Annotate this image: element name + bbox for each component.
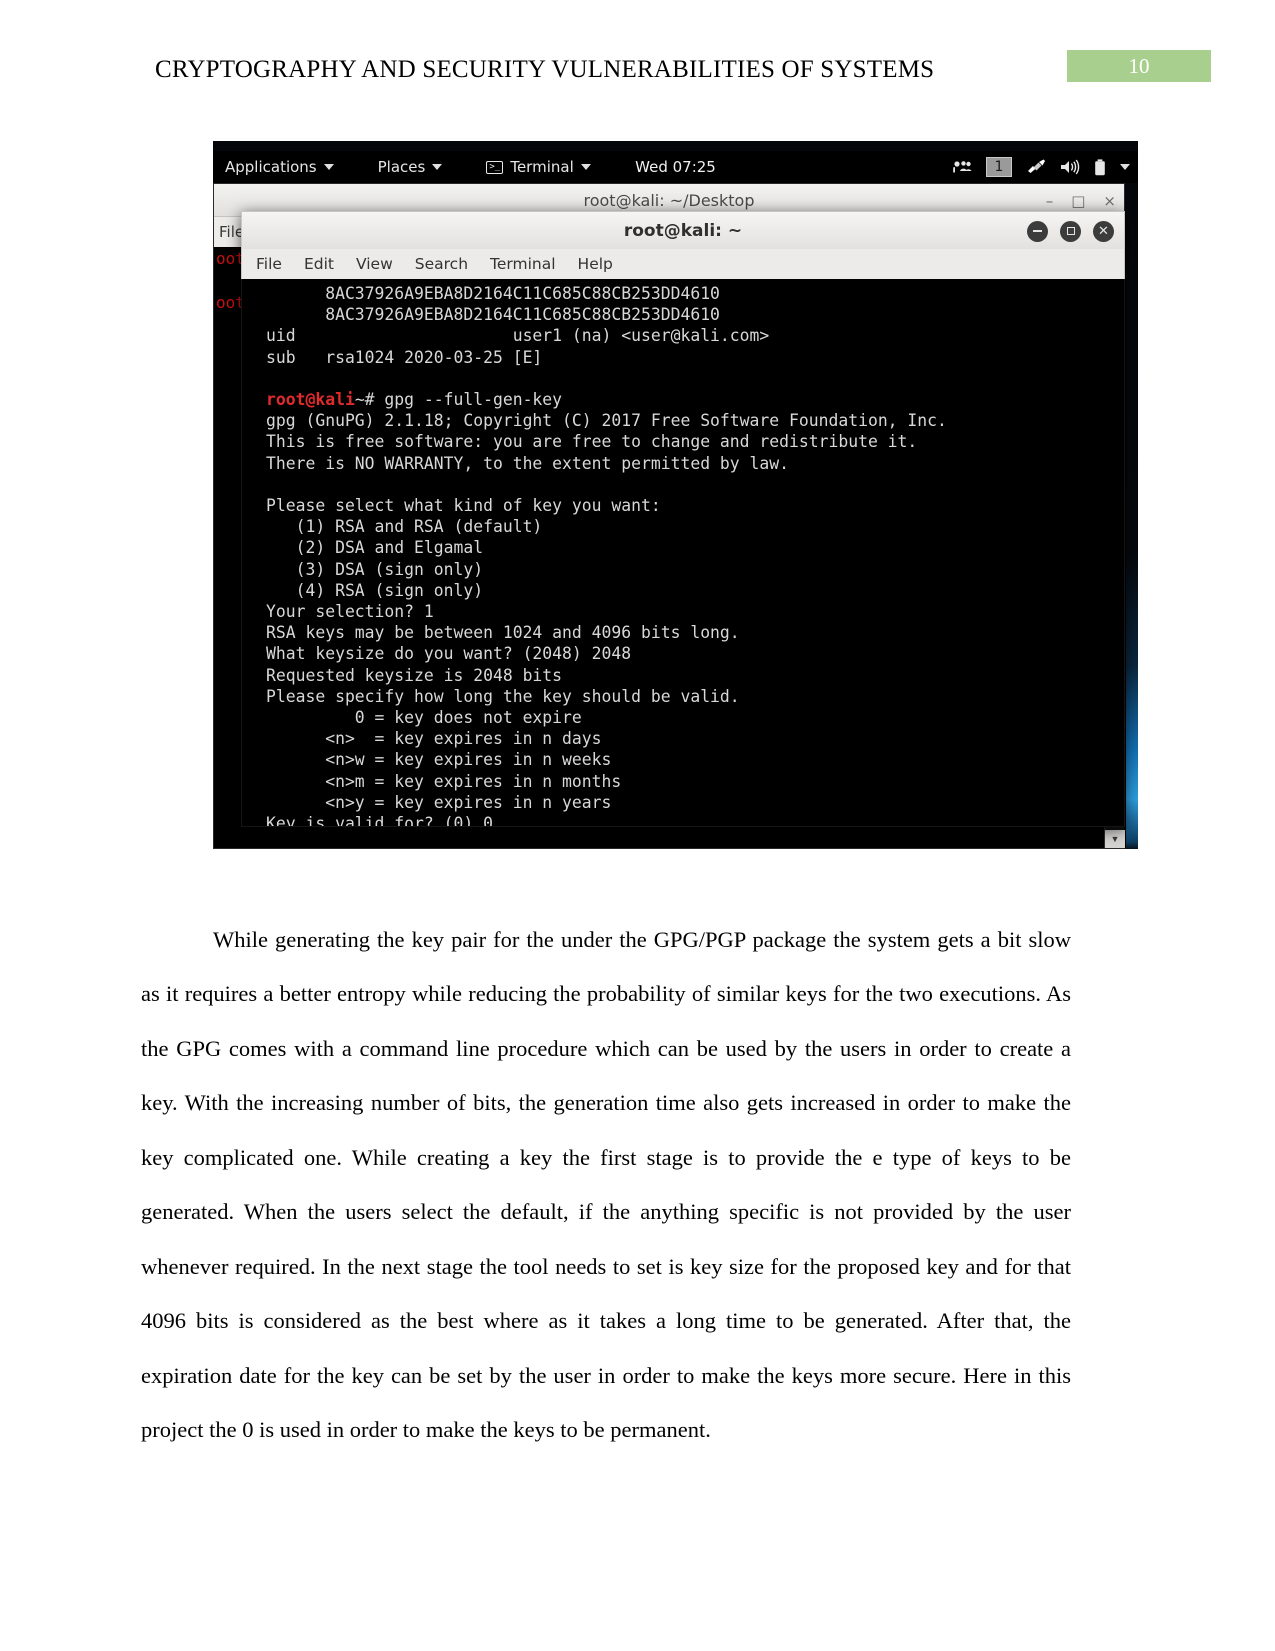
- menu-applications[interactable]: Applications: [225, 158, 334, 176]
- chevron-down-icon: [432, 164, 443, 170]
- terminal-line: Your selection? 1: [266, 602, 434, 622]
- battery-icon[interactable]: [1094, 158, 1106, 176]
- panel-status-area[interactable]: 1: [952, 157, 1130, 177]
- window-root-home[interactable]: root@kali: ~ ✕ File Edit View Search Ter…: [241, 211, 1125, 827]
- terminal-line: 8AC37926A9EBA8D2164C11C685C88CB253DD4610: [266, 284, 720, 303]
- gnome-top-panel[interactable]: Applications Places >_ Terminal Wed 07:2…: [213, 151, 1138, 183]
- menu-item-terminal[interactable]: Terminal: [490, 255, 556, 273]
- body-paragraph: While generating the key pair for the un…: [141, 926, 1071, 1443]
- applications-label: Applications: [225, 158, 317, 176]
- terminal-line: Please specify how long the key should b…: [266, 686, 740, 706]
- terminal-line: gpg (GnuPG) 2.1.18; Copyright (C) 2017 F…: [266, 411, 947, 431]
- terminal-line: This is free software: you are free to c…: [266, 432, 918, 452]
- minimize-button[interactable]: [1027, 220, 1048, 242]
- terminal-line: <n> = key expires in n days: [266, 729, 602, 749]
- page-title: CRYPTOGRAPHY AND SECURITY VULNERABILITIE…: [155, 56, 935, 83]
- terminal-line: 0 = key does not expire: [266, 708, 582, 728]
- places-label: Places: [377, 158, 426, 176]
- menu-terminal[interactable]: >_ Terminal: [486, 158, 591, 176]
- terminal-line: What keysize do you want? (2048) 2048: [266, 644, 632, 664]
- terminal-line: RSA keys may be between 1024 and 4096 bi…: [266, 623, 740, 643]
- terminal-line: root@kali~# gpg --full-gen-key: [266, 390, 563, 409]
- panel-clock[interactable]: Wed 07:25: [635, 158, 716, 176]
- page-number-band: 10: [1067, 50, 1211, 82]
- terminal-line: 8AC37926A9EBA8D2164C11C685C88CB253DD4610: [266, 305, 720, 325]
- menu-places[interactable]: Places: [378, 158, 443, 176]
- volume-icon[interactable]: [1060, 159, 1080, 175]
- terminal-prompt: root@kali: [266, 390, 355, 409]
- workspace-indicator[interactable]: 1: [986, 157, 1012, 177]
- maximize-button[interactable]: [1060, 220, 1081, 242]
- terminal-line: <n>m = key expires in n months: [266, 771, 622, 791]
- window-title-back: root@kali: ~/Desktop: [583, 190, 755, 210]
- menubar-front[interactable]: File Edit View Search Terminal Help: [241, 249, 1125, 279]
- terminal-line: (1) RSA and RSA (default): [266, 517, 543, 537]
- menu-item-search[interactable]: Search: [415, 255, 468, 273]
- terminal-icon: >_: [486, 160, 504, 174]
- terminal-line: (2) DSA and Elgamal: [266, 538, 484, 558]
- window-controls-front[interactable]: ✕: [1027, 212, 1114, 250]
- terminal-label: Terminal: [510, 158, 574, 176]
- terminal-line: Requested keysize is 2048 bits: [266, 665, 563, 685]
- close-button[interactable]: ×: [1103, 192, 1116, 210]
- terminal-line: <n>y = key expires in n years: [266, 792, 612, 812]
- embedded-screenshot-figure: Applications Places >_ Terminal Wed 07:2…: [213, 141, 1138, 849]
- menu-item-edit[interactable]: Edit: [304, 255, 334, 273]
- maximize-button[interactable]: □: [1071, 192, 1085, 210]
- terminal-line: There is NO WARRANTY, to the extent perm…: [266, 453, 790, 473]
- terminal-output[interactable]: 8AC37926A9EBA8D2164C11C685C88CB253DD4610…: [241, 279, 1125, 827]
- chevron-down-icon: [323, 164, 334, 170]
- chevron-down-icon: [580, 164, 591, 170]
- menu-item-view[interactable]: View: [356, 255, 393, 273]
- terminal-line: (4) RSA (sign only): [266, 580, 484, 600]
- chevron-down-icon[interactable]: [1120, 164, 1130, 170]
- terminal-line: sub rsa1024 2020-03-25 [E]: [266, 347, 543, 367]
- titlebar-front[interactable]: root@kali: ~ ✕: [241, 211, 1125, 249]
- menu-item-help[interactable]: Help: [578, 255, 613, 273]
- terminal-line: uid user1 (na) <user@kali.com>: [266, 326, 770, 346]
- terminal-line: <n>w = key expires in n weeks: [266, 750, 612, 770]
- terminal-line: Key is valid for? (0) 0: [266, 814, 493, 827]
- page-running-header: CRYPTOGRAPHY AND SECURITY VULNERABILITIE…: [0, 50, 1275, 94]
- minimize-button[interactable]: –: [1046, 192, 1054, 210]
- tool-icon[interactable]: [1026, 159, 1046, 175]
- users-icon[interactable]: [952, 160, 972, 174]
- page-number: 10: [1128, 53, 1150, 78]
- menu-item-file[interactable]: File: [256, 255, 282, 273]
- terminal-line: Please select what kind of key you want:: [266, 496, 661, 515]
- window-title-front: root@kali: ~: [623, 220, 743, 241]
- close-button[interactable]: ✕: [1093, 220, 1114, 242]
- terminal-line: (3) DSA (sign only): [266, 559, 484, 579]
- scroll-down-icon[interactable]: ▼: [1105, 830, 1125, 848]
